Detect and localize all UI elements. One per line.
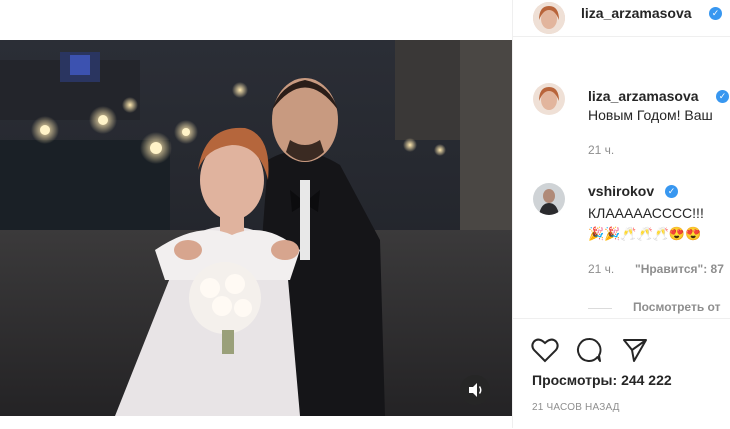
speaker-icon: [469, 383, 482, 397]
author-photo: [533, 83, 565, 115]
comment-bubble-icon[interactable]: [575, 336, 603, 364]
views-label: Просмотры:: [532, 372, 618, 388]
comment-username[interactable]: vshirokov: [588, 183, 654, 199]
author-photo: [533, 2, 565, 34]
header-username[interactable]: liza_arzamasova: [581, 5, 692, 21]
view-replies-button[interactable]: Посмотреть от: [633, 300, 720, 314]
commenter-photo: [533, 183, 565, 215]
views-value: 244 222: [621, 372, 672, 388]
comment-likes[interactable]: "Нравится": 87: [635, 262, 724, 276]
comment-emoji: 🎉🎉🥂🥂🥂😍😍: [588, 226, 702, 241]
comment-avatar[interactable]: [533, 183, 565, 215]
post-panel: liza_arzamasova ✓ liza_arzamasova ✓ Новы…: [512, 0, 730, 428]
video-still: [0, 40, 512, 416]
caption-username[interactable]: liza_arzamasova: [588, 88, 699, 104]
avatar[interactable]: [533, 2, 565, 34]
comment-time[interactable]: 21 ч.: [588, 262, 614, 276]
video-frame[interactable]: [0, 40, 512, 416]
verified-badge-icon: ✓: [716, 90, 729, 103]
verified-badge-icon: ✓: [709, 7, 722, 20]
verified-badge-icon: ✓: [665, 185, 678, 198]
video-area[interactable]: [0, 0, 512, 428]
post-header: liza_arzamasova ✓: [513, 0, 730, 37]
views-count[interactable]: Просмотры: 244 222: [532, 372, 672, 388]
post-timestamp[interactable]: 21 ЧАСОВ НАЗАД: [532, 402, 620, 413]
caption-time[interactable]: 21 ч.: [588, 143, 614, 157]
mute-button[interactable]: [460, 375, 490, 405]
caption-avatar[interactable]: [533, 83, 565, 115]
caption-text: Новым Годом! Ваш: [588, 107, 713, 123]
heart-icon[interactable]: [531, 337, 559, 363]
paper-plane-icon[interactable]: [621, 336, 649, 364]
comment-text: КЛАААААСССС!!!: [588, 205, 704, 221]
view-replies-line: [588, 308, 612, 309]
